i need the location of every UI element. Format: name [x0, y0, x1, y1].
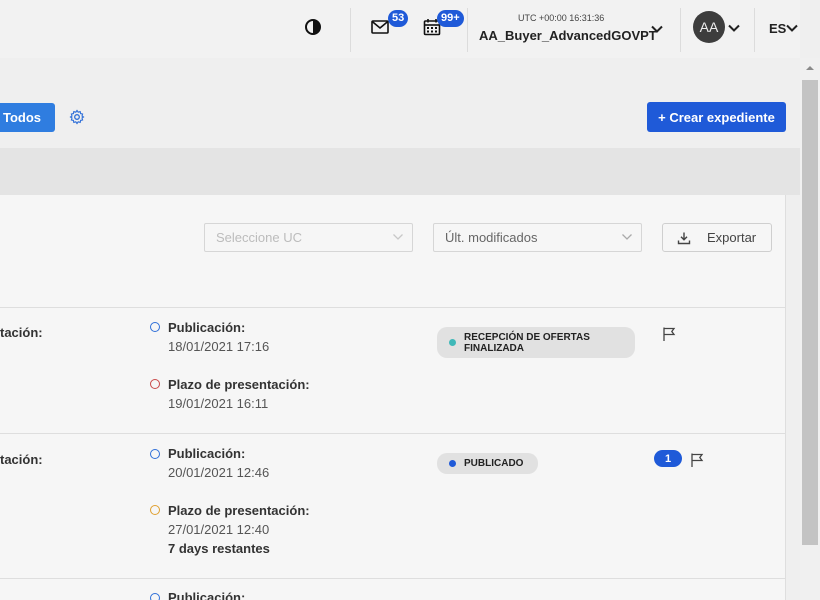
- calendar-count-badge: 99+: [437, 10, 464, 27]
- download-icon: [677, 232, 691, 244]
- publication-dot-icon: [150, 322, 160, 332]
- utc-clock: UTC +00:00 16:31:36: [518, 13, 605, 23]
- uc-select-placeholder: Seleccione UC: [216, 230, 302, 245]
- row-divider: [0, 578, 786, 579]
- mail-count-badge: 53: [388, 10, 409, 27]
- publication-dot-icon: [150, 449, 160, 459]
- divider: [467, 8, 468, 52]
- avatar[interactable]: AA: [693, 11, 725, 43]
- publication-dot-icon: [150, 593, 160, 600]
- row-divider: [0, 433, 786, 434]
- status-dot-icon: [449, 460, 456, 467]
- create-file-button[interactable]: + Crear expediente: [647, 102, 786, 132]
- contrast-icon[interactable]: [304, 18, 322, 36]
- row-left-label: tación:: [0, 452, 43, 467]
- publication-label: Publicación:: [168, 446, 246, 461]
- deadline-label: Plazo de presentación:: [168, 503, 310, 518]
- row-left-label: tación:: [0, 325, 43, 340]
- top-bar: 53 99+ UTC +00:00 16:31:36 AA_Buyer_Adva…: [0, 0, 800, 58]
- chevron-down-icon: [622, 234, 632, 240]
- scrollbar-thumb[interactable]: [802, 80, 818, 545]
- export-label: Exportar: [707, 230, 757, 245]
- header-band: [0, 148, 800, 195]
- sort-select[interactable]: Últ. modificados: [433, 223, 642, 252]
- deadline-dot-icon: [150, 505, 160, 515]
- export-button[interactable]: Exportar: [662, 223, 772, 252]
- deadline-date: 19/01/2021 16:11: [168, 396, 269, 411]
- publication-date: 18/01/2021 17:16: [168, 339, 270, 354]
- divider: [350, 8, 351, 52]
- publication-date: 20/01/2021 12:46: [168, 465, 270, 480]
- todos-button[interactable]: Todos: [0, 103, 55, 132]
- chevron-down-icon[interactable]: [650, 22, 664, 36]
- deadline-date: 27/01/2021 12:40: [168, 522, 270, 537]
- flag-icon[interactable]: [661, 326, 677, 342]
- mail-icon[interactable]: [370, 18, 390, 36]
- divider: [754, 8, 755, 52]
- publication-label: Publicación:: [168, 320, 246, 335]
- notification-count-badge: 1: [654, 450, 682, 467]
- chevron-down-icon: [393, 234, 403, 240]
- results-card: [0, 195, 786, 600]
- deadline-dot-icon: [150, 379, 160, 389]
- chevron-down-icon[interactable]: [785, 21, 799, 35]
- divider: [680, 8, 681, 52]
- scroll-up-arrow-icon[interactable]: [805, 63, 815, 73]
- account-name[interactable]: AA_Buyer_AdvancedGOVPT: [479, 28, 657, 43]
- status-text-line1: PUBLICADO: [464, 458, 524, 469]
- status-badge: RECEPCIÓN DE OFERTAS FINALIZADA: [437, 327, 635, 358]
- uc-select[interactable]: Seleccione UC: [204, 223, 413, 252]
- sort-select-value: Últ. modificados: [445, 230, 538, 245]
- flag-icon[interactable]: [689, 452, 705, 468]
- deadline-label: Plazo de presentación:: [168, 377, 310, 392]
- language-selector[interactable]: ES: [769, 21, 786, 36]
- chevron-down-icon[interactable]: [727, 21, 741, 35]
- status-dot-icon: [449, 339, 456, 346]
- gear-icon[interactable]: [69, 109, 85, 125]
- status-text-line2: FINALIZADA: [464, 342, 524, 354]
- publication-label: Publicación:: [168, 590, 246, 600]
- days-remaining: 7 days restantes: [168, 541, 270, 556]
- status-badge: PUBLICADO: [437, 453, 538, 474]
- status-text-line1: RECEPCIÓN DE OFERTAS: [464, 331, 590, 343]
- row-divider: [0, 307, 786, 308]
